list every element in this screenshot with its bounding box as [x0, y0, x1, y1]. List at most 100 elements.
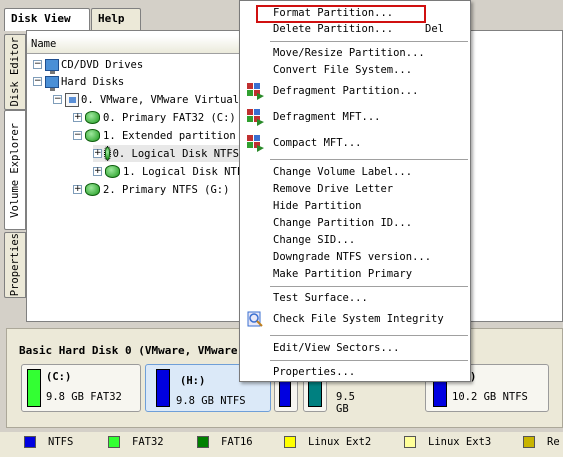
- context-menu: Format Partition... Delete Partition... …: [239, 0, 471, 382]
- partition-icon: [85, 129, 100, 142]
- tree-row-label: Hard Disks: [61, 75, 125, 88]
- collapse-icon[interactable]: −: [53, 95, 62, 104]
- legend-swatch: [197, 436, 209, 448]
- legend-swatch: [404, 436, 416, 448]
- menu-remove-letter[interactable]: Remove Drive Letter: [273, 183, 393, 195]
- partition-color-bar: [156, 369, 170, 407]
- legend-label: Linux Ext3: [428, 436, 492, 448]
- menu-hide-partition[interactable]: Hide Partition: [273, 200, 362, 212]
- legend-label: NTFS: [48, 436, 74, 448]
- partition-icon: [105, 165, 120, 178]
- check-fs-icon: [247, 311, 263, 327]
- menu-separator: [270, 286, 468, 287]
- tab-properties[interactable]: Properties: [4, 232, 26, 298]
- expand-icon[interactable]: +: [93, 167, 102, 176]
- expand-icon[interactable]: +: [73, 185, 82, 194]
- collapse-icon[interactable]: −: [33, 77, 42, 86]
- menu-test-surface[interactable]: Test Surface...: [273, 292, 368, 304]
- menu-delete-shortcut: Del: [425, 23, 444, 35]
- menu-move-resize[interactable]: Move/Resize Partition...: [273, 47, 425, 59]
- partition-size: 9.8 GB FAT32: [46, 391, 122, 403]
- menu-delete-partition[interactable]: Delete Partition...: [273, 23, 393, 35]
- legend-label: FAT32: [132, 436, 164, 448]
- menu-separator: [270, 335, 468, 336]
- partition-size: 9.8 GB NTFS: [176, 395, 246, 407]
- menu-defragment-partition[interactable]: Defragment Partition...: [273, 85, 418, 97]
- menu-check-fs[interactable]: Check File System Integrity: [273, 313, 444, 325]
- partition-label: (H:): [180, 375, 206, 387]
- menu-separator: [270, 41, 468, 42]
- menu-compact-mft[interactable]: Compact MFT...: [273, 137, 362, 149]
- legend-fat32: FAT32: [108, 436, 164, 448]
- tree-row-label: CD/DVD Drives: [61, 58, 144, 71]
- tree-row-label: 0. VMware, VMware Virtual: [81, 93, 240, 106]
- hard-disks-icon: [45, 75, 59, 91]
- legend-linux-ext3: Linux Ext3: [404, 436, 491, 448]
- menu-change-id[interactable]: Change Partition ID...: [273, 217, 412, 229]
- menu-change-label[interactable]: Change Volume Label...: [273, 166, 412, 178]
- tab-help[interactable]: Help: [91, 8, 141, 30]
- tree-row-primary-ntfs-g[interactable]: + 2. Primary NTFS (G:): [73, 181, 229, 198]
- tree-row-logical-0[interactable]: + 0. Logical Disk NTFS: [93, 145, 239, 162]
- tree-row-primary-fat32[interactable]: + 0. Primary FAT32 (C:): [73, 109, 236, 126]
- legend-reserved: Re: [523, 436, 560, 448]
- partition-icon: [104, 146, 111, 161]
- menu-downgrade-ntfs[interactable]: Downgrade NTFS version...: [273, 251, 431, 263]
- disk-icon: [65, 92, 79, 107]
- compact-mft-icon: [247, 135, 264, 152]
- legend-label: Re: [547, 436, 560, 448]
- menu-convert-fs[interactable]: Convert File System...: [273, 64, 412, 76]
- defrag-mft-icon: [247, 109, 264, 126]
- menu-separator: [270, 360, 468, 361]
- partition-icon: [85, 111, 100, 124]
- legend-label: Linux Ext2: [308, 436, 372, 448]
- tab-disk-editor[interactable]: Disk Editor: [4, 34, 26, 110]
- tab-volume-explorer[interactable]: Volume Explorer: [4, 110, 26, 230]
- disk-map-title: Basic Hard Disk 0 (VMware, VMware: [19, 344, 238, 357]
- tree-row-label: 2. Primary NTFS (G:): [103, 183, 230, 196]
- legend-linux-ext2: Linux Ext2: [284, 436, 371, 448]
- legend-fat16: FAT16: [197, 436, 253, 448]
- partition-color-bar: [27, 369, 41, 407]
- expand-icon[interactable]: +: [73, 113, 82, 122]
- legend-swatch: [108, 436, 120, 448]
- legend-bar: NTFS FAT32 FAT16 Linux Ext2 Linux Ext3 R…: [0, 432, 563, 457]
- menu-format-partition[interactable]: Format Partition...: [273, 7, 393, 19]
- partition-size: 9.5 GB: [336, 391, 355, 415]
- tree-row-label: 0. Logical Disk NTFS: [112, 147, 239, 160]
- menu-change-sid[interactable]: Change SID...: [273, 234, 355, 246]
- partition-size: 10.2 GB NTFS: [452, 391, 528, 403]
- side-tab-bar: Disk Editor Volume Explorer Properties: [4, 30, 26, 302]
- legend-swatch: [523, 436, 535, 448]
- menu-separator: [270, 159, 468, 160]
- tab-disk-editor-label: Disk Editor: [9, 37, 21, 107]
- top-tab-bar: Disk View Help: [4, 8, 249, 31]
- menu-make-primary[interactable]: Make Partition Primary: [273, 268, 412, 280]
- menu-edit-sectors[interactable]: Edit/View Sectors...: [273, 342, 399, 354]
- legend-ntfs: NTFS: [24, 436, 73, 448]
- tree-row-label: 1. Extended partition: [103, 129, 236, 142]
- tree-row-extended[interactable]: − 1. Extended partition: [73, 127, 236, 144]
- partition-label: (C:): [46, 371, 72, 383]
- tree-row-hard-disks[interactable]: − Hard Disks: [33, 73, 125, 91]
- legend-label: FAT16: [221, 436, 253, 448]
- legend-swatch: [24, 436, 36, 448]
- tree-row-cd-dvd[interactable]: − CD/DVD Drives: [33, 56, 144, 74]
- partition-block-c[interactable]: (C:) 9.8 GB FAT32: [21, 364, 141, 412]
- tree-row-label: 0. Primary FAT32 (C:): [103, 111, 236, 124]
- tab-volume-explorer-label: Volume Explorer: [9, 122, 21, 218]
- expand-icon[interactable]: +: [93, 149, 102, 158]
- tree-row-label: 1. Logical Disk NTF: [123, 165, 244, 178]
- cd-drive-icon: [45, 58, 59, 74]
- tree-row-logical-1[interactable]: + 1. Logical Disk NTF: [93, 163, 243, 180]
- tree-row-disk-0[interactable]: − 0. VMware, VMware Virtual: [53, 91, 239, 108]
- menu-defragment-mft[interactable]: Defragment MFT...: [273, 111, 380, 123]
- legend-swatch: [284, 436, 296, 448]
- menu-properties[interactable]: Properties...: [273, 366, 355, 378]
- column-header-name[interactable]: Name: [27, 36, 239, 54]
- tab-disk-view[interactable]: Disk View: [4, 8, 90, 31]
- tab-properties-label: Properties: [9, 233, 21, 297]
- defrag-icon: [247, 83, 264, 100]
- collapse-icon[interactable]: −: [33, 60, 42, 69]
- collapse-icon[interactable]: −: [73, 131, 82, 140]
